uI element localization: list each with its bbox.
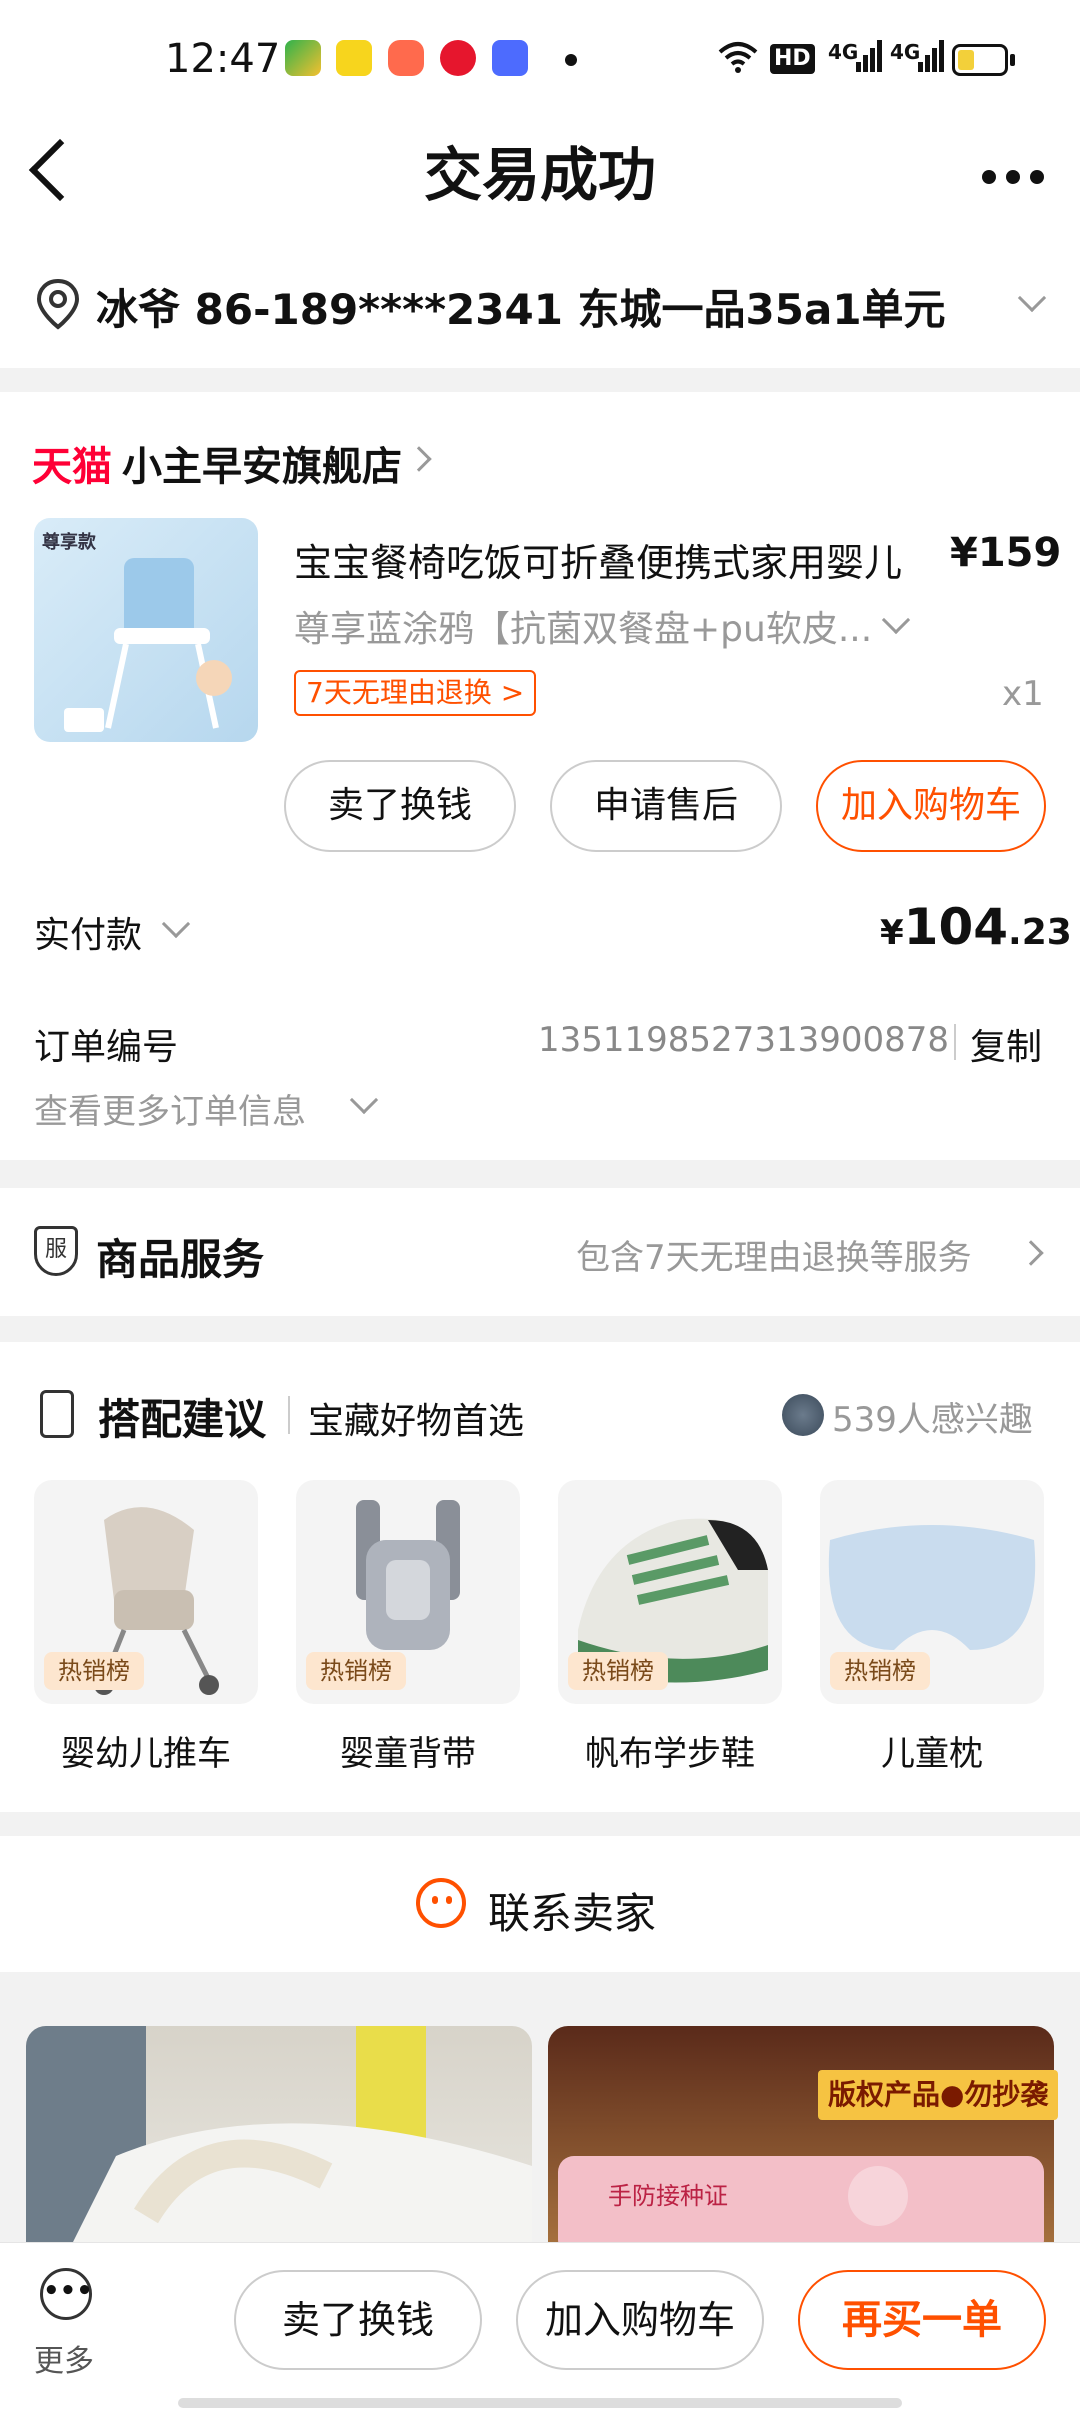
order-number-label: 订单编号: [34, 1027, 179, 1068]
return-policy-tag[interactable]: 7天无理由退换 >: [294, 670, 537, 716]
location-pin-icon: [36, 278, 80, 334]
paid-label[interactable]: 实付款: [34, 906, 142, 958]
suggestions-subtitle: 宝藏好物首选: [308, 1401, 525, 1442]
sell-button[interactable]: 卖了换钱: [284, 760, 516, 852]
divider: [288, 1396, 290, 1434]
seller-chat-icon: [416, 1878, 466, 1928]
hot-sales-badge: 热销榜: [306, 1652, 406, 1690]
suggestion-item-shoe[interactable]: 热销榜: [558, 1480, 782, 1704]
product-sku[interactable]: 尊享蓝涂鸦【抗菌双餐盘+pu软皮...: [294, 600, 872, 652]
address-text: 冰爷 86-189****2341 东城一品35a1单元: [96, 285, 946, 334]
meituan-icon: [336, 40, 372, 76]
hot-sales-badge: 热销榜: [830, 1652, 930, 1690]
product-price: ¥159: [950, 530, 1062, 576]
copyright-badge: 版权产品●勿抄袭: [818, 2070, 1059, 2120]
hd-icon: HD: [770, 44, 815, 74]
bottom-add-cart-button[interactable]: 加入购物车: [516, 2270, 764, 2370]
app-notification-icon: [285, 40, 321, 76]
order-number: 1351198527313900878: [538, 1020, 950, 1060]
game-icon: [388, 40, 424, 76]
service-title: 商品服务: [96, 1235, 265, 1284]
shop-name[interactable]: 小主早安旗舰店: [122, 434, 402, 492]
battery-cap: [1010, 54, 1015, 66]
shopping-bag-icon: [40, 1390, 74, 1438]
contact-seller-label[interactable]: 联系卖家: [488, 1880, 656, 1941]
paid-amount-dec: .23: [1008, 912, 1072, 953]
product-title[interactable]: 宝宝餐椅吃饭可折叠便携式家用婴儿: [294, 532, 902, 587]
feed-image-2: [558, 2156, 1044, 2256]
bottom-sell-button[interactable]: 卖了换钱: [234, 2270, 482, 2370]
more-menu-icon-dot[interactable]: [1030, 170, 1044, 184]
shield-icon: 服: [34, 1226, 78, 1276]
wifi-icon: [718, 40, 758, 81]
currency-symbol: ¥: [880, 913, 904, 953]
notification-dot-icon: [565, 54, 577, 66]
more-icon[interactable]: •••: [40, 2268, 93, 2320]
suggestion-item-stroller[interactable]: 热销榜: [34, 1480, 258, 1704]
suggestions-title: 搭配建议: [98, 1395, 267, 1444]
home-indicator: [178, 2398, 902, 2408]
status-time: 12:47: [165, 36, 281, 82]
feed-card-2[interactable]: 手防接种证: [548, 2026, 1054, 2256]
suggestion-name[interactable]: 婴幼儿推车: [34, 1726, 258, 1775]
product-quantity: x1: [1002, 674, 1044, 714]
suggestion-name[interactable]: 婴童背带: [296, 1726, 520, 1775]
more-order-info-link[interactable]: 查看更多订单信息: [34, 1084, 306, 1133]
feed-card-text: 手防接种证: [608, 2182, 728, 2210]
weibo-icon: [440, 40, 476, 76]
rebuy-button[interactable]: 再买一单: [798, 2270, 1046, 2370]
product-image[interactable]: 尊享款: [34, 518, 258, 742]
feed-image-1: [26, 2026, 532, 2256]
feed-card-1[interactable]: [26, 2026, 532, 2256]
more-menu-icon-dot[interactable]: [1006, 170, 1020, 184]
tmall-logo: 天猫: [32, 444, 112, 490]
suggestion-name[interactable]: 儿童枕: [820, 1726, 1044, 1775]
add-to-cart-button[interactable]: 加入购物车: [816, 760, 1046, 852]
chat-app-icon: [492, 40, 528, 76]
signal-4g-icon: 4G: [828, 40, 859, 64]
battery-icon: [952, 44, 1008, 76]
suggestion-item-pillow[interactable]: 热销榜: [820, 1480, 1044, 1704]
avatar: [782, 1394, 824, 1436]
hot-sales-badge: 热销榜: [568, 1652, 668, 1690]
more-label[interactable]: 更多: [34, 2336, 94, 2380]
paid-amount-int: 104: [903, 898, 1009, 956]
divider: [954, 1024, 956, 1060]
signal-4g-icon-2: 4G: [890, 40, 921, 64]
paid-amount: ¥104.23: [880, 898, 1072, 956]
more-menu-icon[interactable]: [982, 170, 996, 184]
hot-sales-badge: 热销榜: [44, 1652, 144, 1690]
after-sale-button[interactable]: 申请售后: [550, 760, 782, 852]
suggestion-name[interactable]: 帆布学步鞋: [558, 1726, 782, 1775]
suggestion-item-carrier[interactable]: 热销榜: [296, 1480, 520, 1704]
page-title: 交易成功: [423, 141, 656, 209]
copy-button[interactable]: 复制: [970, 1018, 1042, 1070]
service-description: 包含7天无理由退换等服务: [576, 1238, 972, 1278]
signal-bars-icon-2: [918, 40, 944, 79]
interest-count: 539人感兴趣: [832, 1400, 1033, 1440]
signal-bars-icon: [856, 40, 882, 79]
